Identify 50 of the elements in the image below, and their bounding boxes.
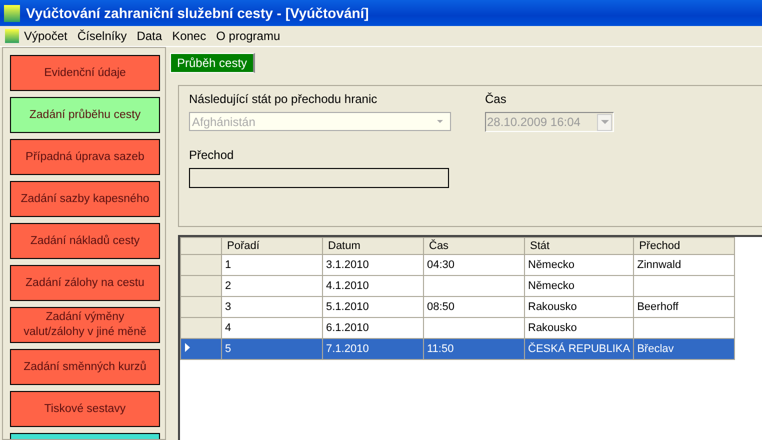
sidebar-button[interactable]: Zadání směnných kurzů: [10, 349, 160, 385]
table-cell: 04:30: [424, 254, 524, 276]
table-cell: Německo: [524, 254, 634, 276]
field-label: Přechod: [189, 148, 235, 162]
sidebar-button[interactable]: Zadání sazby kapesného: [10, 181, 160, 217]
table-cell: ČESKÁ REPUBLIKA: [524, 338, 634, 360]
tab[interactable]: Průběh cesty: [170, 53, 256, 73]
table-cell: Břeclav: [634, 338, 735, 360]
table-row[interactable]: 4 6.1.2010 Rakousko: [180, 318, 735, 338]
table-cell: 1: [222, 254, 322, 276]
column-header: Datum: [322, 238, 424, 254]
menu-item[interactable]: O programu: [211, 29, 286, 43]
table-cell: 6.1.2010: [322, 318, 424, 338]
menu-item[interactable]: Číselníky: [72, 29, 132, 43]
table-cell: Rakousko: [524, 296, 634, 318]
table-cell: 2: [222, 276, 322, 296]
column-header: Stát: [524, 238, 634, 254]
table-cell: 4: [222, 318, 322, 338]
table-cell: 11:50: [424, 338, 524, 360]
table-cell: 4.1.2010: [322, 276, 424, 296]
table-row[interactable]: 5 7.1.2010 11:50 ČESKÁ REPUBLIKA Břeclav: [180, 338, 735, 360]
field-label: Čas: [485, 92, 508, 106]
table-cell: 3.1.2010: [322, 254, 424, 276]
table-cell: 08:50: [424, 296, 524, 318]
table-row[interactable]: 2 4.1.2010 Německo: [180, 276, 735, 296]
field-label: Následující stát po přechodu hranic: [189, 92, 378, 106]
table-cell: 5.1.2010: [322, 296, 424, 318]
table-cell: Německo: [524, 276, 634, 296]
table-row[interactable]: 3 5.1.2010 08:50 Rakousko Beerhoff: [180, 296, 735, 318]
table-cell: Rakousko: [524, 318, 634, 338]
menu-item[interactable]: Data: [132, 29, 168, 43]
sidebar-button[interactable]: Evidenční údaje: [10, 55, 160, 91]
table-cell: 3: [222, 296, 322, 318]
table-cell: Zinnwald: [634, 254, 735, 276]
column-header: Pořadí: [222, 238, 322, 254]
sidebar-button[interactable]: Zadání výměny valut/zálohy v jiné měně: [10, 307, 160, 343]
menu-item[interactable]: Konec: [167, 29, 212, 43]
sidebar-button[interactable]: Zadání nákladů cesty: [10, 223, 160, 259]
sidebar-button[interactable]: Tiskové sestavy: [10, 391, 160, 427]
table-row[interactable]: 1 3.1.2010 04:30 Německo Zinnwald: [180, 254, 735, 276]
sidebar-button[interactable]: Zadání průběhu cesty: [10, 97, 160, 133]
menu-item[interactable]: Výpočet: [19, 29, 72, 43]
table-cell: 5: [222, 338, 322, 360]
column-header: Přechod: [634, 238, 735, 254]
sidebar-button[interactable]: Případná úprava sazeb: [10, 139, 160, 175]
window-title: Vyúčtování zahraniční služební cesty - [Vyúčtování]: [26, 5, 369, 21]
table-cell: 7.1.2010: [322, 338, 424, 360]
column-header: Čas: [424, 238, 524, 254]
sidebar-button[interactable]: Zadání zálohy na cestu: [10, 265, 160, 301]
table-cell: Beerhoff: [634, 296, 735, 318]
